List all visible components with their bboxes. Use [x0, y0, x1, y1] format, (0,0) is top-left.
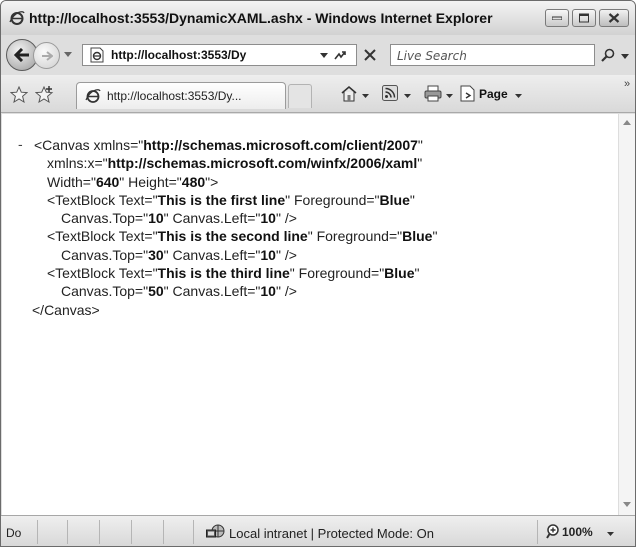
maximize-icon — [579, 13, 589, 23]
scroll-up-icon[interactable] — [623, 120, 631, 125]
add-favorite-icon[interactable] — [35, 86, 55, 103]
status-text: Do — [6, 526, 22, 540]
history-dropdown-icon[interactable] — [64, 52, 72, 57]
page-menu-icon[interactable] — [460, 85, 476, 102]
xml-line: <TextBlock Text="This is the third line"… — [47, 265, 420, 282]
page-menu-button[interactable]: Page — [479, 87, 508, 101]
status-divider — [99, 520, 100, 544]
intranet-zone-icon — [206, 524, 225, 538]
xml-line: Canvas.Top="10" Canvas.Left="10" /> — [61, 210, 297, 227]
status-divider — [163, 520, 164, 544]
print-icon[interactable] — [424, 85, 442, 102]
search-dropdown-icon[interactable] — [621, 54, 629, 59]
navigation-bar: http://localhost:3553/Dy Live Search — [1, 35, 635, 75]
status-divider — [37, 520, 38, 544]
ie-logo-icon — [9, 11, 25, 25]
window-controls — [545, 9, 629, 27]
address-input[interactable]: http://localhost:3553/Dy — [111, 48, 323, 62]
document-view: - <Canvas xmlns="http://schemas.microsof… — [2, 114, 618, 515]
address-dropdown-icon[interactable] — [320, 53, 328, 58]
close-window-button[interactable] — [599, 9, 629, 27]
xml-line: Canvas.Top="50" Canvas.Left="10" /> — [61, 283, 297, 300]
window-title: http://localhost:3553/DynamicXAML.ashx -… — [29, 10, 493, 26]
minimize-button[interactable] — [545, 9, 569, 27]
search-icon[interactable] — [601, 48, 615, 62]
xml-line: <TextBlock Text="This is the second line… — [47, 228, 438, 245]
tab-bar: http://localhost:3553/Dy... Page » — [1, 75, 635, 113]
xml-line: </Canvas> — [32, 301, 100, 318]
back-arrow-icon — [14, 48, 29, 62]
xml-line: Canvas.Top="30" Canvas.Left="10" /> — [61, 246, 297, 263]
scroll-down-icon[interactable] — [623, 502, 631, 507]
zoom-dropdown-icon[interactable] — [607, 532, 614, 536]
address-bar[interactable]: http://localhost:3553/Dy — [82, 44, 357, 66]
page-dropdown-icon[interactable] — [515, 94, 522, 98]
status-divider — [537, 520, 538, 544]
forward-arrow-icon — [41, 50, 53, 61]
search-input[interactable]: Live Search — [397, 49, 467, 63]
status-divider — [67, 520, 68, 544]
xml-tree: <Canvas xmlns="http://schemas.microsoft.… — [18, 136, 437, 319]
page-icon — [85, 89, 101, 103]
xml-line: xmlns:x="http://schemas.microsoft.com/wi… — [47, 155, 423, 172]
home-dropdown-icon[interactable] — [362, 94, 369, 98]
zoom-icon[interactable] — [546, 523, 560, 539]
maximize-button[interactable] — [572, 9, 596, 27]
vertical-scrollbar[interactable] — [618, 114, 635, 515]
status-divider — [131, 520, 132, 544]
more-commands-chevron-icon[interactable]: » — [624, 78, 630, 90]
minimize-icon — [552, 16, 562, 20]
browser-tab[interactable]: http://localhost:3553/Dy... — [76, 82, 286, 109]
security-zone-label[interactable]: Local intranet | Protected Mode: On — [229, 526, 434, 541]
xml-line: <Canvas xmlns="http://schemas.microsoft.… — [34, 137, 423, 153]
favorites-star-icon[interactable] — [10, 86, 28, 103]
tab-title: http://localhost:3553/Dy... — [107, 89, 242, 103]
search-box[interactable]: Live Search — [390, 44, 595, 66]
zoom-level[interactable]: 100% — [562, 525, 593, 539]
title-bar: http://localhost:3553/DynamicXAML.ashx -… — [1, 1, 635, 35]
status-bar: Do Local intranet | Protected Mode: On 1… — [1, 515, 635, 546]
xml-line: <TextBlock Text="This is the first line"… — [47, 191, 415, 208]
status-divider — [193, 520, 194, 544]
stop-icon[interactable] — [359, 44, 381, 66]
page-icon — [90, 47, 104, 63]
refresh-icon[interactable] — [332, 48, 348, 64]
home-icon[interactable] — [340, 85, 358, 102]
feeds-icon[interactable] — [382, 85, 398, 101]
new-tab-button[interactable] — [288, 84, 312, 108]
print-dropdown-icon[interactable] — [446, 94, 453, 98]
feeds-dropdown-icon[interactable] — [404, 94, 411, 98]
forward-button[interactable] — [33, 42, 60, 69]
browser-window: http://localhost:3553/DynamicXAML.ashx -… — [0, 0, 636, 547]
xml-line: Width="640" Height="480"> — [47, 173, 219, 190]
close-icon — [608, 13, 620, 23]
